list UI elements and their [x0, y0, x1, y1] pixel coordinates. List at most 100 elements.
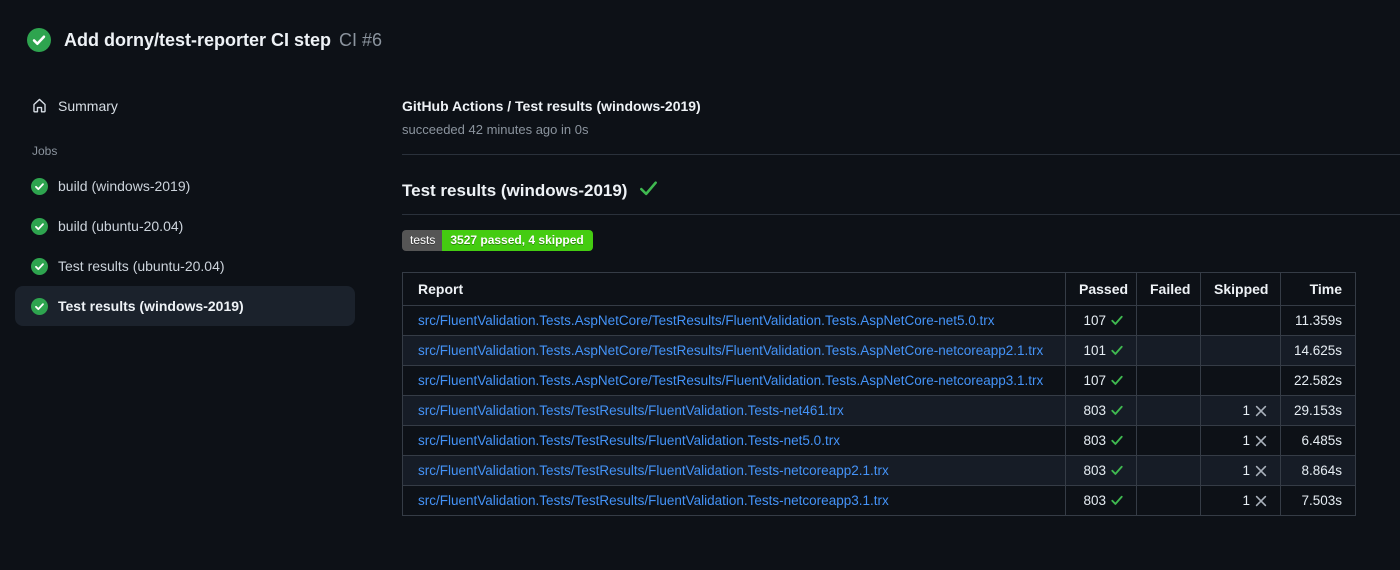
passed-count: 107 [1083, 313, 1106, 328]
passed-count: 803 [1083, 433, 1106, 448]
sidebar-job-item-0[interactable]: build (windows-2019) [15, 166, 355, 206]
job-item-label: build (windows-2019) [58, 178, 191, 194]
column-header-time: Time [1280, 272, 1356, 306]
results-heading-text: Test results (windows-2019) [402, 181, 628, 200]
failed-cell [1136, 365, 1201, 396]
time-cell: 7.503s [1280, 485, 1356, 516]
check-icon [1111, 375, 1123, 386]
passed-count: 803 [1083, 493, 1106, 508]
check-circle-icon [31, 177, 48, 195]
passed-cell: 803 [1065, 425, 1137, 456]
column-header-failed: Failed [1136, 272, 1201, 306]
time-cell: 14.625s [1280, 335, 1356, 366]
time-value: 22.582s [1294, 373, 1343, 388]
job-breadcrumb: GitHub Actions / Test results (windows-2… [402, 98, 701, 114]
report-link[interactable]: src/FluentValidation.Tests/TestResults/F… [418, 403, 1050, 418]
results-heading: Test results (windows-2019) [402, 181, 1400, 215]
report-cell: src/FluentValidation.Tests/TestResults/F… [402, 395, 1066, 426]
time-value: 7.503s [1301, 493, 1342, 508]
time-value: 11.359s [1294, 313, 1342, 328]
failed-cell [1136, 395, 1201, 426]
passed-cell: 803 [1065, 455, 1137, 486]
passed-cell: 107 [1065, 305, 1137, 336]
x-icon [1255, 465, 1267, 477]
time-cell: 11.359s [1280, 305, 1356, 336]
skipped-cell [1200, 365, 1281, 396]
skipped-count: 1 [1242, 433, 1250, 448]
skipped-count: 1 [1242, 493, 1250, 508]
failed-cell [1136, 335, 1201, 366]
sidebar-job-item-3[interactable]: Test results (windows-2019) [15, 286, 355, 326]
failed-cell [1136, 425, 1201, 456]
column-header-passed: Passed [1065, 272, 1137, 306]
tests-badge: tests 3527 passed, 4 skipped [402, 230, 593, 251]
x-icon [1255, 405, 1267, 417]
result-row: src/FluentValidation.Tests.AspNetCore/Te… [402, 305, 1356, 336]
skipped-cell: 1 [1200, 425, 1281, 456]
skipped-cell [1200, 335, 1281, 366]
check-circle-icon [27, 28, 51, 52]
home-icon [31, 97, 48, 114]
job-item-label: Test results (ubuntu-20.04) [58, 258, 225, 274]
job-header: GitHub Actions / Test results (windows-2… [402, 92, 1400, 155]
skipped-cell [1200, 305, 1281, 336]
passed-cell: 101 [1065, 335, 1137, 366]
job-status-line: succeeded 42 minutes ago in 0s [402, 122, 589, 137]
passed-cell: 107 [1065, 365, 1137, 396]
skipped-cell: 1 [1200, 395, 1281, 426]
check-icon [1111, 495, 1123, 506]
check-circle-icon [31, 257, 48, 275]
check-circle-icon [31, 297, 48, 315]
time-value: 29.153s [1294, 403, 1343, 418]
failed-cell [1136, 305, 1201, 336]
passed-count: 803 [1083, 463, 1106, 478]
result-row: src/FluentValidation.Tests/TestResults/F… [402, 425, 1356, 456]
time-value: 14.625s [1294, 343, 1343, 358]
x-icon [1255, 435, 1267, 447]
report-link[interactable]: src/FluentValidation.Tests.AspNetCore/Te… [418, 373, 1050, 388]
failed-cell [1136, 455, 1201, 486]
report-link[interactable]: src/FluentValidation.Tests/TestResults/F… [418, 433, 1050, 448]
sidebar-item-label: Summary [58, 97, 118, 114]
passed-count: 107 [1083, 373, 1106, 388]
report-cell: src/FluentValidation.Tests/TestResults/F… [402, 485, 1066, 516]
passed-cell: 803 [1065, 485, 1137, 516]
report-link[interactable]: src/FluentValidation.Tests/TestResults/F… [418, 493, 1050, 508]
result-row: src/FluentValidation.Tests/TestResults/F… [402, 455, 1356, 486]
result-row: src/FluentValidation.Tests.AspNetCore/Te… [402, 335, 1356, 366]
passed-cell: 803 [1065, 395, 1137, 426]
report-link[interactable]: src/FluentValidation.Tests/TestResults/F… [418, 463, 1050, 478]
time-cell: 6.485s [1280, 425, 1356, 456]
sidebar-job-item-1[interactable]: build (ubuntu-20.04) [15, 206, 355, 246]
main-content: GitHub Actions / Test results (windows-2… [402, 92, 1400, 516]
job-item-label: build (ubuntu-20.04) [58, 218, 184, 234]
x-icon [1255, 495, 1267, 507]
report-link[interactable]: src/FluentValidation.Tests.AspNetCore/Te… [418, 313, 1050, 328]
sidebar: Summary Jobs build (windows-2019) build … [0, 92, 355, 326]
badge-label: tests [402, 230, 443, 251]
jobs-section-heading: Jobs [32, 144, 58, 158]
check-icon [1111, 405, 1123, 416]
table-header-row: Report Passed Failed Skipped Time [402, 272, 1356, 306]
report-cell: src/FluentValidation.Tests.AspNetCore/Te… [402, 335, 1066, 366]
time-cell: 22.582s [1280, 365, 1356, 396]
column-header-report: Report [402, 272, 1066, 306]
results-table: Report Passed Failed Skipped Time src/Fl… [402, 272, 1356, 516]
run-title: Add dorny/test-reporter CI step [64, 29, 332, 50]
check-icon [639, 181, 658, 201]
check-icon [1111, 465, 1123, 476]
sidebar-item-summary[interactable]: Summary [15, 92, 355, 119]
report-cell: src/FluentValidation.Tests/TestResults/F… [402, 425, 1066, 456]
time-cell: 29.153s [1280, 395, 1356, 426]
result-row: src/FluentValidation.Tests/TestResults/F… [402, 485, 1356, 516]
time-cell: 8.864s [1280, 455, 1356, 486]
check-icon [1111, 315, 1123, 326]
report-link[interactable]: src/FluentValidation.Tests.AspNetCore/Te… [418, 343, 1050, 358]
report-cell: src/FluentValidation.Tests.AspNetCore/Te… [402, 365, 1066, 396]
passed-count: 803 [1083, 403, 1106, 418]
result-row: src/FluentValidation.Tests.AspNetCore/Te… [402, 365, 1356, 396]
time-value: 8.864s [1301, 463, 1342, 478]
sidebar-job-item-2[interactable]: Test results (ubuntu-20.04) [15, 246, 355, 286]
badge-value: 3527 passed, 4 skipped [442, 230, 593, 251]
check-icon [1111, 435, 1123, 446]
